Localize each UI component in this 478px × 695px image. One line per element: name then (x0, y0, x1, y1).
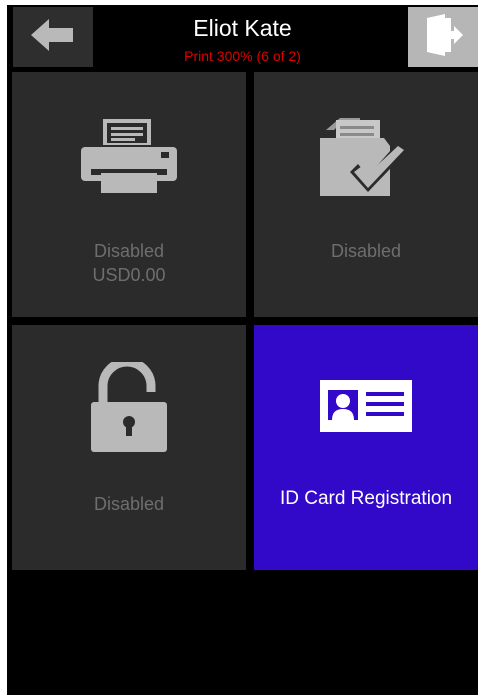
tile-unlock[interactable]: Disabled (12, 325, 246, 570)
app-screen: Eliot Kate Print 300% (6 of 2) Disabled … (7, 5, 478, 695)
header: Eliot Kate Print 300% (6 of 2) (7, 5, 478, 67)
tile-documents[interactable]: Disabled (254, 72, 478, 317)
folder-check-icon (254, 116, 478, 198)
tile-documents-label: Disabled (330, 241, 402, 261)
tile-id-card-registration[interactable]: ID Card Registration (254, 325, 478, 570)
id-card-icon (254, 380, 478, 432)
printer-icon (12, 119, 246, 193)
logout-button[interactable] (408, 7, 478, 67)
tile-print-label: Disabled (93, 241, 165, 261)
tile-unlock-label: Disabled (93, 494, 165, 514)
door-exit-icon (423, 13, 463, 61)
tile-print[interactable]: Disabled USD0.00 (12, 72, 246, 317)
tile-print-balance: USD0.00 (92, 265, 166, 285)
tile-id-card-registration-label: ID Card Registration (279, 488, 453, 509)
unlocked-padlock-icon (12, 362, 246, 452)
